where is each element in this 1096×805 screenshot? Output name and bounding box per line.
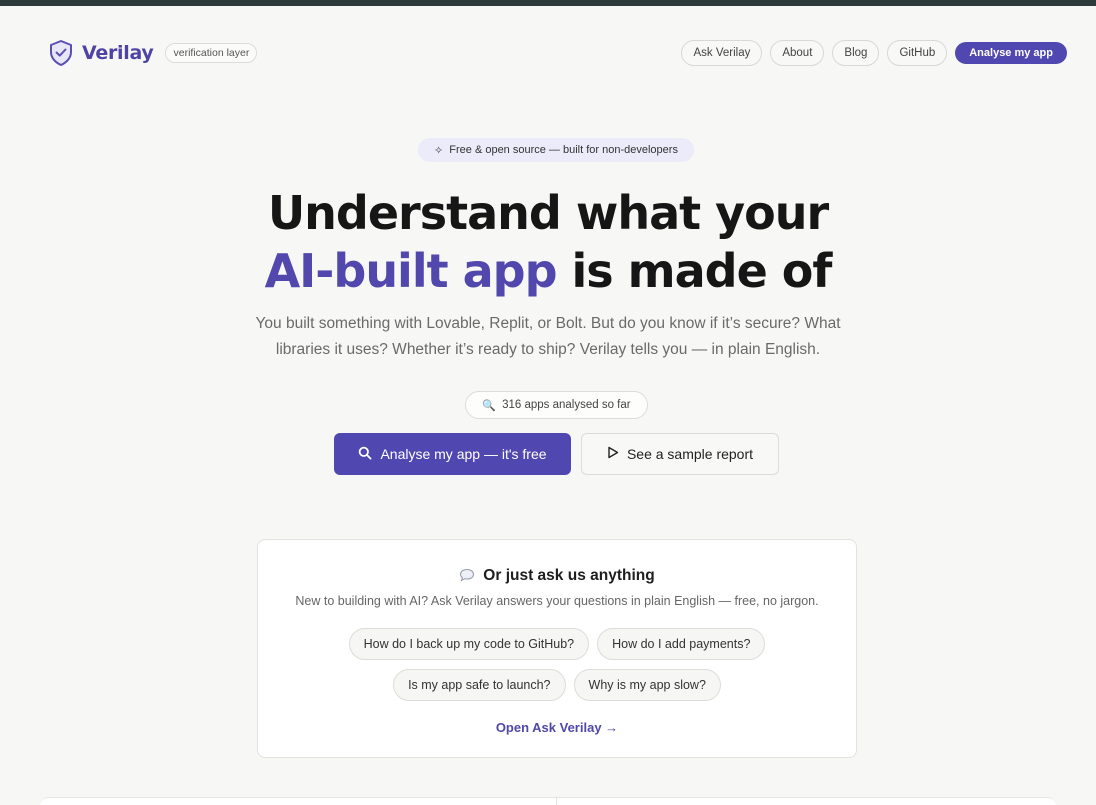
ask-title: Or just ask us anything: [258, 567, 856, 585]
hero-badge: ✧ Free & open source — built for non-dev…: [418, 138, 694, 162]
question-chip[interactable]: Why is my app slow?: [573, 669, 721, 701]
next-section-peek: [40, 797, 1056, 805]
apps-counter: 🔍 316 apps analysed so far: [465, 391, 648, 419]
question-chips-row2: Is my app safe to launch? Why is my app …: [258, 669, 856, 701]
hero-subtitle: You built something with Lovable, Replit…: [255, 315, 841, 358]
search-icon: [358, 446, 372, 463]
sample-report-label: See a sample report: [626, 446, 754, 462]
brand-tag: verification layer: [165, 43, 258, 63]
main-nav: Ask Verilay About Blog GitHub Analyse my…: [681, 40, 1067, 66]
nav-analyse-button[interactable]: Analyse my app: [955, 42, 1067, 64]
question-chip[interactable]: Is my app safe to launch?: [393, 669, 566, 701]
top-accent-bar: [0, 0, 1096, 6]
hero-cta-row: Analyse my app — it's free See a sample …: [0, 433, 1096, 475]
hero-title-rest: is made of: [556, 244, 833, 298]
brand-name: Verilay: [82, 42, 154, 64]
site-header: Verilay verification layer Ask Verilay A…: [0, 37, 1096, 69]
shield-check-icon: [48, 39, 74, 67]
speech-bubble-icon: [459, 568, 475, 585]
hero-title: Understand what your AI-built app is mad…: [0, 184, 1096, 300]
question-chips-row1: How do I back up my code to GitHub? How …: [258, 628, 856, 660]
next-section-divider: [556, 797, 557, 805]
hero-badge-text: Free & open source — built for non-devel…: [449, 144, 678, 156]
hero-title-line1: Understand what your: [267, 186, 829, 240]
hero-title-accent: AI-built app: [264, 244, 558, 298]
nav-about[interactable]: About: [770, 40, 825, 66]
ask-title-text: Or just ask us anything: [483, 567, 655, 584]
question-chip[interactable]: How do I add payments?: [597, 628, 766, 660]
analyse-app-label: Analyse my app — it's free: [380, 446, 547, 462]
open-ask-verilay-link[interactable]: Open Ask Verilay →: [258, 720, 856, 735]
magnifier-icon: 🔍: [482, 399, 497, 412]
nav-blog[interactable]: Blog: [832, 40, 880, 66]
ask-card: Or just ask us anything New to building …: [257, 539, 857, 758]
nav-ask-verilay[interactable]: Ask Verilay: [681, 40, 763, 66]
ask-subtitle: New to building with AI? Ask Verilay ans…: [295, 594, 819, 608]
apps-counter-text: 316 apps analysed so far: [502, 399, 631, 411]
analyse-app-button[interactable]: Analyse my app — it's free: [334, 433, 571, 475]
play-icon: [607, 446, 619, 462]
question-chip[interactable]: How do I back up my code to GitHub?: [348, 628, 590, 660]
sample-report-button[interactable]: See a sample report: [581, 433, 779, 475]
brand[interactable]: Verilay verification layer: [48, 37, 258, 69]
sparkle-icon: ✧: [434, 144, 444, 157]
nav-github[interactable]: GitHub: [887, 40, 948, 66]
